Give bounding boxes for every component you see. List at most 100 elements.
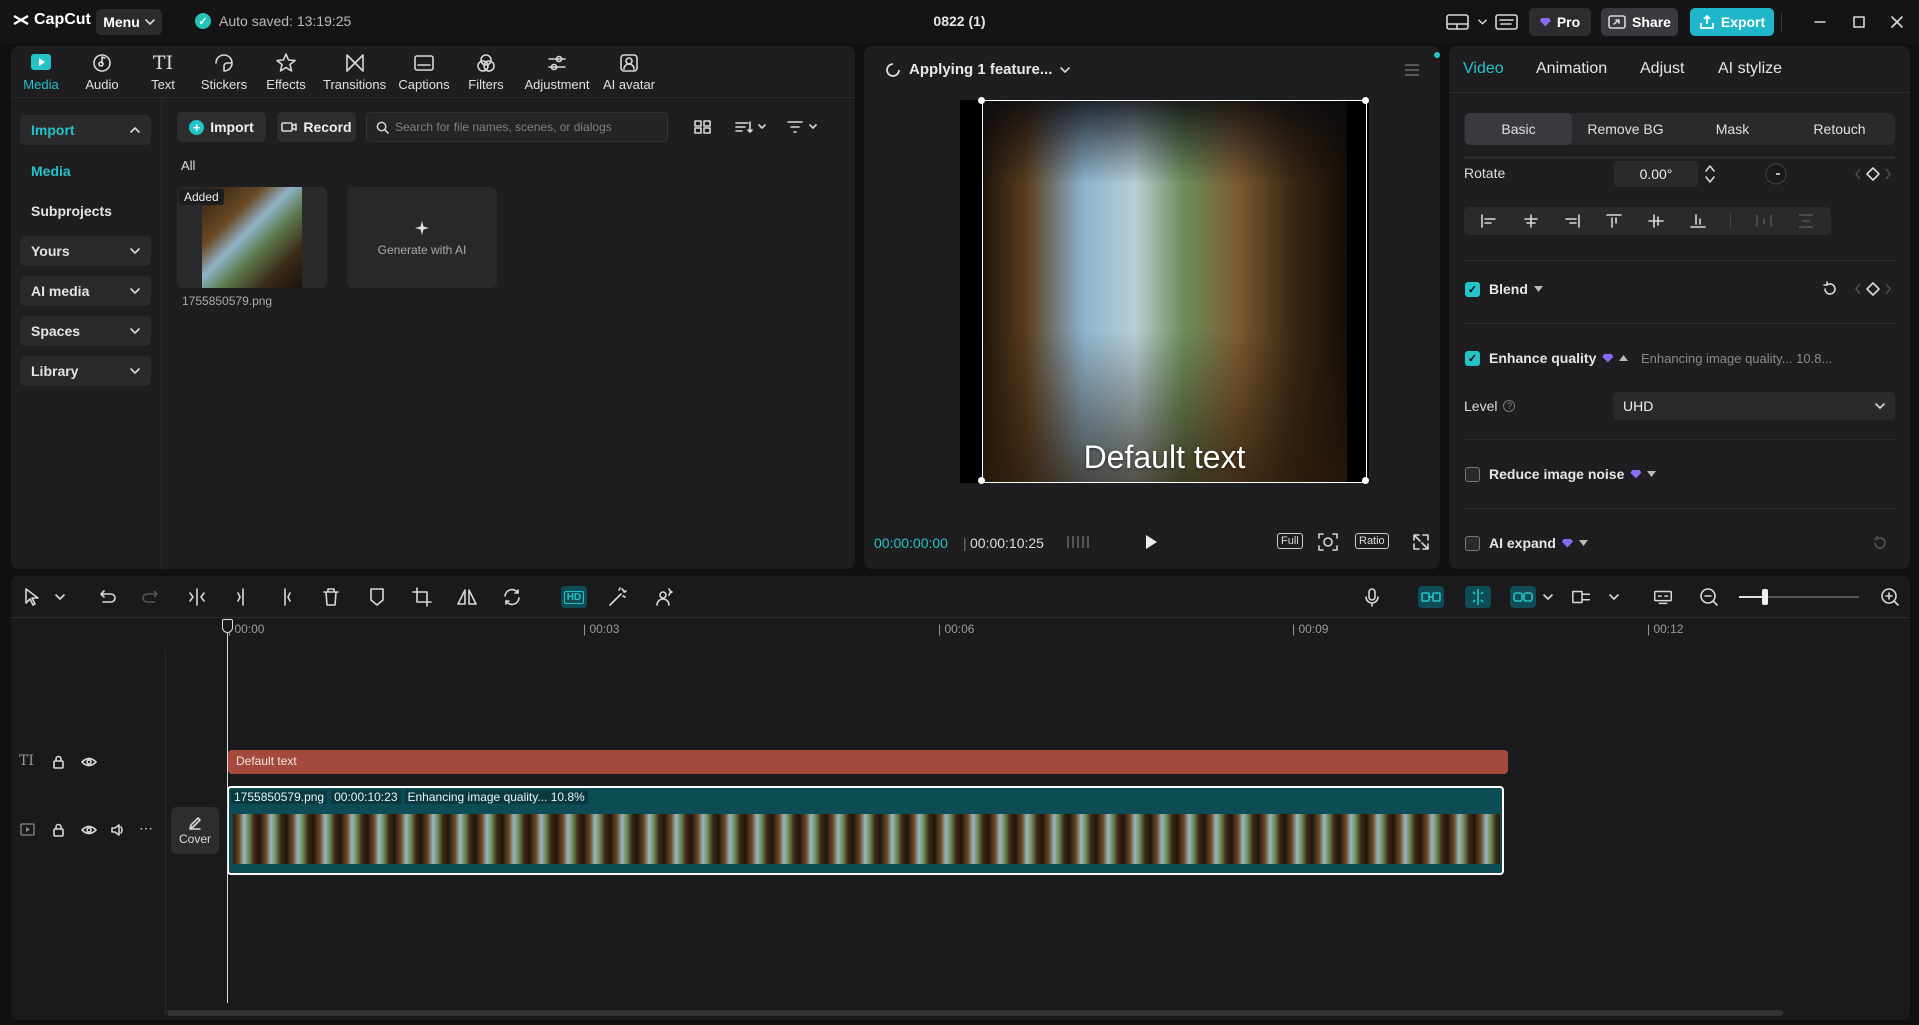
reduce-noise-toggle[interactable]: Reduce image noise — [1489, 466, 1657, 482]
chevron-down-icon[interactable] — [1537, 586, 1559, 608]
reset-icon[interactable] — [1822, 281, 1838, 297]
sort-icon[interactable] — [734, 119, 768, 135]
sidebar-item-media[interactable]: Media — [20, 156, 151, 186]
overlay-text[interactable]: Default text — [960, 439, 1369, 476]
microphone-icon[interactable] — [1361, 586, 1383, 608]
grid-view-icon[interactable] — [694, 119, 712, 135]
share-button[interactable]: Share — [1601, 8, 1678, 36]
crop-icon[interactable] — [411, 586, 433, 608]
layout-icon[interactable] — [1446, 13, 1470, 31]
pro-button[interactable]: Pro — [1529, 8, 1591, 36]
import-button[interactable]: + Import — [177, 112, 266, 142]
subtab-mask[interactable]: Mask — [1679, 113, 1786, 145]
tab-video[interactable]: Video — [1463, 60, 1504, 78]
auto-snap-button[interactable] — [1465, 586, 1491, 608]
resize-handle[interactable] — [978, 477, 985, 484]
ai-expand-toggle[interactable]: AI expand — [1489, 535, 1588, 551]
marker-icon[interactable] — [366, 586, 388, 608]
zoom-fit-icon[interactable] — [1317, 532, 1339, 552]
chevron-down-icon[interactable] — [1478, 18, 1487, 26]
align-left-icon[interactable] — [1480, 213, 1498, 229]
maximize-icon[interactable] — [1851, 14, 1867, 30]
generate-with-ai-card[interactable]: Generate with AI — [347, 187, 497, 288]
zoom-slider-handle[interactable] — [1762, 589, 1768, 605]
resize-handle[interactable] — [978, 97, 985, 104]
hd-button[interactable]: HD — [561, 586, 587, 608]
subtab-basic[interactable]: Basic — [1465, 113, 1572, 145]
eye-icon[interactable] — [81, 756, 97, 768]
text-clip[interactable]: Default text — [228, 750, 1508, 774]
magic-wand-icon[interactable] — [607, 586, 629, 608]
record-button[interactable]: Record — [277, 112, 356, 142]
main-track-magnet-button[interactable] — [1418, 586, 1444, 608]
align-center-h-icon[interactable] — [1522, 213, 1540, 229]
preview-canvas[interactable]: Default text — [960, 100, 1369, 483]
keyboard-icon[interactable] — [1495, 13, 1519, 31]
delete-icon[interactable] — [320, 586, 342, 608]
hamburger-menu-icon[interactable] — [1403, 63, 1421, 77]
close-icon[interactable] — [1889, 14, 1905, 30]
video-clip[interactable]: 1755850579.png 00:00:10:23 Enhancing ima… — [227, 786, 1504, 875]
ratio-button[interactable]: Ratio — [1355, 533, 1389, 549]
mirror-icon[interactable] — [456, 586, 478, 608]
preview-axis-icon[interactable] — [1571, 586, 1593, 608]
waveform-icon[interactable] — [1065, 533, 1093, 551]
tab-media[interactable]: Media — [11, 52, 71, 92]
playhead-handle[interactable] — [222, 619, 233, 633]
cover-button[interactable]: Cover — [171, 807, 219, 854]
sidebar-item-subprojects[interactable]: Subprojects — [20, 196, 151, 226]
chevron-down-icon[interactable] — [49, 586, 71, 608]
split-right-icon[interactable] — [275, 586, 297, 608]
search-input[interactable]: Search for file names, scenes, or dialog… — [366, 112, 668, 142]
tab-adjust[interactable]: Adjust — [1640, 60, 1684, 78]
resize-handle[interactable] — [1362, 97, 1369, 104]
rotate-dial-icon[interactable] — [1764, 162, 1788, 186]
subtab-remove-bg[interactable]: Remove BG — [1572, 113, 1679, 145]
filter-icon[interactable] — [786, 119, 820, 135]
align-center-v-icon[interactable] — [1647, 213, 1665, 229]
split-left-icon[interactable] — [231, 586, 253, 608]
zoom-out-icon[interactable] — [1698, 586, 1720, 608]
eye-icon[interactable] — [81, 824, 97, 836]
more-options-icon[interactable]: ⋯ — [139, 820, 153, 837]
tab-transitions[interactable]: Transitions — [323, 52, 386, 92]
menu-button[interactable]: Menu — [96, 9, 162, 35]
volume-icon[interactable] — [110, 823, 126, 837]
undo-icon[interactable] — [95, 586, 117, 608]
stepper-icon[interactable] — [1704, 162, 1716, 186]
applying-status[interactable]: Applying 1 feature... — [885, 61, 1071, 78]
resize-handle[interactable] — [1362, 477, 1369, 484]
ai-expand-checkbox[interactable] — [1465, 536, 1480, 551]
sidebar-item-yours[interactable]: Yours — [20, 236, 151, 266]
play-icon[interactable] — [1143, 533, 1159, 551]
sidebar-item-import[interactable]: Import — [20, 115, 151, 145]
keyframe-icon[interactable] — [1853, 166, 1893, 182]
enhance-quality-toggle[interactable]: Enhance quality — [1489, 350, 1629, 366]
tab-captions[interactable]: Captions — [394, 52, 454, 92]
blend-checkbox[interactable]: ✓ — [1465, 282, 1480, 297]
keyframe-icon[interactable] — [1853, 281, 1893, 297]
tab-effects[interactable]: Effects — [256, 52, 316, 92]
enhance-quality-checkbox[interactable]: ✓ — [1465, 351, 1480, 366]
zoom-in-icon[interactable] — [1879, 586, 1901, 608]
sidebar-item-ai-media[interactable]: AI media — [20, 276, 151, 306]
tab-adjustment[interactable]: Adjustment — [521, 52, 593, 92]
align-right-icon[interactable] — [1563, 213, 1581, 229]
help-icon[interactable]: ? — [1503, 400, 1516, 412]
subtab-retouch[interactable]: Retouch — [1786, 113, 1893, 145]
lock-icon[interactable] — [52, 755, 65, 769]
tab-audio[interactable]: Audio — [72, 52, 132, 92]
tab-text[interactable]: TI Text — [133, 52, 193, 92]
fit-timeline-icon[interactable] — [1652, 586, 1674, 608]
lock-icon[interactable] — [52, 823, 65, 837]
rotate-input[interactable]: 0.00° — [1614, 161, 1698, 187]
tab-animation[interactable]: Animation — [1536, 60, 1607, 78]
align-bottom-icon[interactable] — [1689, 213, 1707, 229]
fullscreen-icon[interactable] — [1412, 533, 1430, 551]
align-top-icon[interactable] — [1605, 213, 1623, 229]
minimize-icon[interactable] — [1812, 14, 1828, 30]
full-button[interactable]: Full — [1277, 533, 1303, 549]
sidebar-item-spaces[interactable]: Spaces — [20, 316, 151, 346]
media-asset-card[interactable]: Added — [177, 187, 327, 288]
tab-ai-stylize[interactable]: AI stylize — [1718, 60, 1782, 78]
